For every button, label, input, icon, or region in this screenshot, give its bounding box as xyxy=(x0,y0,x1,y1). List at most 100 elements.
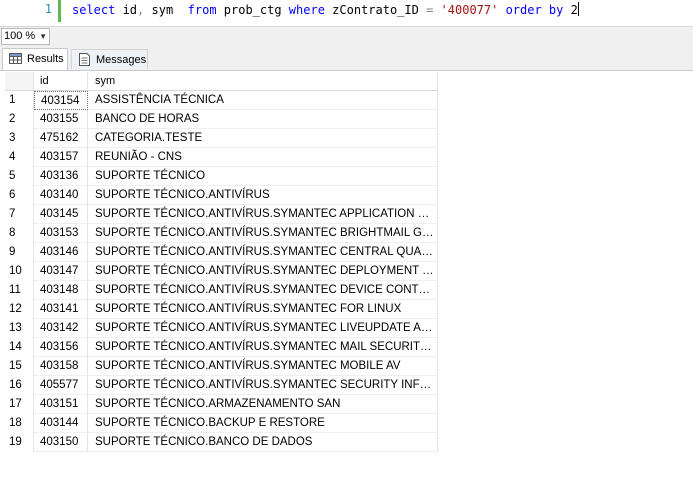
cell-sym[interactable]: ASSISTÊNCIA TÉCNICA xyxy=(88,91,438,110)
cell-id[interactable]: 403146 xyxy=(34,243,88,262)
row-number-cell[interactable]: 18 xyxy=(5,414,34,433)
cell-sym[interactable]: SUPORTE TÉCNICO.ANTIVÍRUS.SYMANTEC MOBIL… xyxy=(88,357,438,376)
sql-keyword: order by xyxy=(505,3,564,17)
results-tabstrip: Results Messages xyxy=(0,46,693,71)
table-row[interactable]: 13 403142 SUPORTE TÉCNICO.ANTIVÍRUS.SYMANT… xyxy=(5,319,438,338)
row-number-cell[interactable]: 12 xyxy=(5,300,34,319)
tab-messages[interactable]: Messages xyxy=(71,49,148,69)
sql-identifier: zContrato_ID xyxy=(324,3,427,17)
results-grid[interactable]: id sym 1 403154 ASSISTÊNCIA TÉCNICA 2 403155… xyxy=(5,72,693,481)
cell-id[interactable]: 403153 xyxy=(34,224,88,243)
sql-keyword: from xyxy=(187,3,217,17)
table-row[interactable]: 1 403154 ASSISTÊNCIA TÉCNICA xyxy=(5,91,438,110)
table-row[interactable]: 6 403140 SUPORTE TÉCNICO.ANTIVÍRUS xyxy=(5,186,438,205)
row-number-cell[interactable]: 10 xyxy=(5,262,34,281)
cell-id[interactable]: 405577 xyxy=(34,376,88,395)
cell-id[interactable]: 475162 xyxy=(34,129,88,148)
cell-sym[interactable]: SUPORTE TÉCNICO.ANTIVÍRUS.SYMANTEC MAIL … xyxy=(88,338,438,357)
cell-id[interactable]: 403140 xyxy=(34,186,88,205)
row-number-cell[interactable]: 16 xyxy=(5,376,34,395)
table-row[interactable]: 14 403156 SUPORTE TÉCNICO.ANTIVÍRUS.SYMANT… xyxy=(5,338,438,357)
grid-header-row: id sym xyxy=(5,72,438,91)
cell-sym[interactable]: SUPORTE TÉCNICO xyxy=(88,167,438,186)
row-number-cell[interactable]: 14 xyxy=(5,338,34,357)
table-row[interactable]: 7 403145 SUPORTE TÉCNICO.ANTIVÍRUS.SYMANTE… xyxy=(5,205,438,224)
row-number-cell[interactable]: 1 xyxy=(5,91,34,110)
table-row[interactable]: 2 403155 BANCO DE HORAS xyxy=(5,110,438,129)
cell-id[interactable]: 403136 xyxy=(34,167,88,186)
cell-sym[interactable]: SUPORTE TÉCNICO.ANTIVÍRUS.SYMANTEC DEPLO… xyxy=(88,262,438,281)
cell-sym[interactable]: SUPORTE TÉCNICO.ANTIVÍRUS.SYMANTEC FOR L… xyxy=(88,300,438,319)
tab-results[interactable]: Results xyxy=(2,48,68,70)
sql-string-literal: '400077' xyxy=(440,3,499,17)
row-number-cell[interactable]: 11 xyxy=(5,281,34,300)
chevron-down-icon[interactable]: ▼ xyxy=(39,29,47,44)
row-number-cell[interactable]: 7 xyxy=(5,205,34,224)
tab-results-label: Results xyxy=(27,53,64,65)
cell-sym[interactable]: BANCO DE HORAS xyxy=(88,110,438,129)
messages-icon xyxy=(79,53,90,66)
cell-id[interactable]: 403147 xyxy=(34,262,88,281)
cell-id[interactable]: 403142 xyxy=(34,319,88,338)
cell-id[interactable]: 403157 xyxy=(34,148,88,167)
zoom-value: 100 % xyxy=(4,30,36,42)
cell-id[interactable]: 403151 xyxy=(34,395,88,414)
table-row[interactable]: 16 405577 SUPORTE TÉCNICO.ANTIVÍRUS.SYMANT… xyxy=(5,376,438,395)
cell-id[interactable]: 403158 xyxy=(34,357,88,376)
row-number-cell[interactable]: 3 xyxy=(5,129,34,148)
cell-sym[interactable]: CATEGORIA.TESTE xyxy=(88,129,438,148)
cell-id[interactable]: 403148 xyxy=(34,281,88,300)
row-number-header[interactable] xyxy=(5,72,34,91)
cell-sym[interactable]: SUPORTE TÉCNICO.BANCO DE DADOS xyxy=(88,433,438,452)
row-number-cell[interactable]: 15 xyxy=(5,357,34,376)
row-number-cell[interactable]: 9 xyxy=(5,243,34,262)
sql-identifier: prob_ctg xyxy=(216,3,289,17)
query-editor[interactable]: 1 select id, sym from prob_ctg where zCo… xyxy=(0,0,693,26)
row-number-cell[interactable]: 6 xyxy=(5,186,34,205)
cell-id[interactable]: 403156 xyxy=(34,338,88,357)
cell-id[interactable]: 403154 xyxy=(34,91,88,110)
table-row[interactable]: 11 403148 SUPORTE TÉCNICO.ANTIVÍRUS.SYMANT… xyxy=(5,281,438,300)
sql-identifier: id xyxy=(115,3,138,17)
table-row[interactable]: 9 403146 SUPORTE TÉCNICO.ANTIVÍRUS.SYMANTE… xyxy=(5,243,438,262)
table-row[interactable]: 18 403144 SUPORTE TÉCNICO.BACKUP E RESTORE xyxy=(5,414,438,433)
row-number-cell[interactable]: 13 xyxy=(5,319,34,338)
table-row[interactable]: 4 403157 REUNIÃO - CNS xyxy=(5,148,438,167)
table-row[interactable]: 3 475162 CATEGORIA.TESTE xyxy=(5,129,438,148)
table-row[interactable]: 19 403150 SUPORTE TÉCNICO.BANCO DE DADOS xyxy=(5,433,438,452)
cell-sym[interactable]: SUPORTE TÉCNICO.ARMAZENAMENTO SAN xyxy=(88,395,438,414)
row-number-cell[interactable]: 5 xyxy=(5,167,34,186)
cell-sym[interactable]: SUPORTE TÉCNICO.ANTIVÍRUS.SYMANTEC LIVEU… xyxy=(88,319,438,338)
sql-identifier: 2 xyxy=(563,3,578,17)
tab-messages-label: Messages xyxy=(96,54,147,66)
column-header-id[interactable]: id xyxy=(34,72,88,91)
cell-sym[interactable]: SUPORTE TÉCNICO.ANTIVÍRUS.SYMANTEC DEVIC… xyxy=(88,281,438,300)
cell-sym[interactable]: SUPORTE TÉCNICO.ANTIVÍRUS.SYMANTEC APPLI… xyxy=(88,205,438,224)
table-row[interactable]: 10 403147 SUPORTE TÉCNICO.ANTIVÍRUS.SYMANT… xyxy=(5,262,438,281)
row-number-cell[interactable]: 8 xyxy=(5,224,34,243)
cell-sym[interactable]: SUPORTE TÉCNICO.ANTIVÍRUS.SYMANTEC BRIGH… xyxy=(88,224,438,243)
table-row[interactable]: 5 403136 SUPORTE TÉCNICO xyxy=(5,167,438,186)
cell-id[interactable]: 403145 xyxy=(34,205,88,224)
table-row[interactable]: 15 403158 SUPORTE TÉCNICO.ANTIVÍRUS.SYMANT… xyxy=(5,357,438,376)
sql-code-line[interactable]: select id, sym from prob_ctg where zCont… xyxy=(72,2,579,17)
column-header-sym[interactable]: sym xyxy=(88,72,438,91)
table-row[interactable]: 8 403153 SUPORTE TÉCNICO.ANTIVÍRUS.SYMANTE… xyxy=(5,224,438,243)
cell-sym[interactable]: SUPORTE TÉCNICO.ANTIVÍRUS.SYMANTEC CENTR… xyxy=(88,243,438,262)
cell-id[interactable]: 403141 xyxy=(34,300,88,319)
cell-sym[interactable]: REUNIÃO - CNS xyxy=(88,148,438,167)
row-number-cell[interactable]: 4 xyxy=(5,148,34,167)
cell-id[interactable]: 403144 xyxy=(34,414,88,433)
cell-id[interactable]: 403150 xyxy=(34,433,88,452)
row-number-cell[interactable]: 2 xyxy=(5,110,34,129)
sql-keyword: where xyxy=(288,3,325,17)
cell-sym[interactable]: SUPORTE TÉCNICO.BACKUP E RESTORE xyxy=(88,414,438,433)
zoom-select[interactable]: 100 % ▼ xyxy=(1,28,50,45)
cell-sym[interactable]: SUPORTE TÉCNICO.ANTIVÍRUS xyxy=(88,186,438,205)
row-number-cell[interactable]: 19 xyxy=(5,433,34,452)
table-row[interactable]: 17 403151 SUPORTE TÉCNICO.ARMAZENAMENTO SA… xyxy=(5,395,438,414)
row-number-cell[interactable]: 17 xyxy=(5,395,34,414)
cell-sym[interactable]: SUPORTE TÉCNICO.ANTIVÍRUS.SYMANTEC SECUR… xyxy=(88,376,438,395)
table-row[interactable]: 12 403141 SUPORTE TÉCNICO.ANTIVÍRUS.SYMANT… xyxy=(5,300,438,319)
cell-id[interactable]: 403155 xyxy=(34,110,88,129)
